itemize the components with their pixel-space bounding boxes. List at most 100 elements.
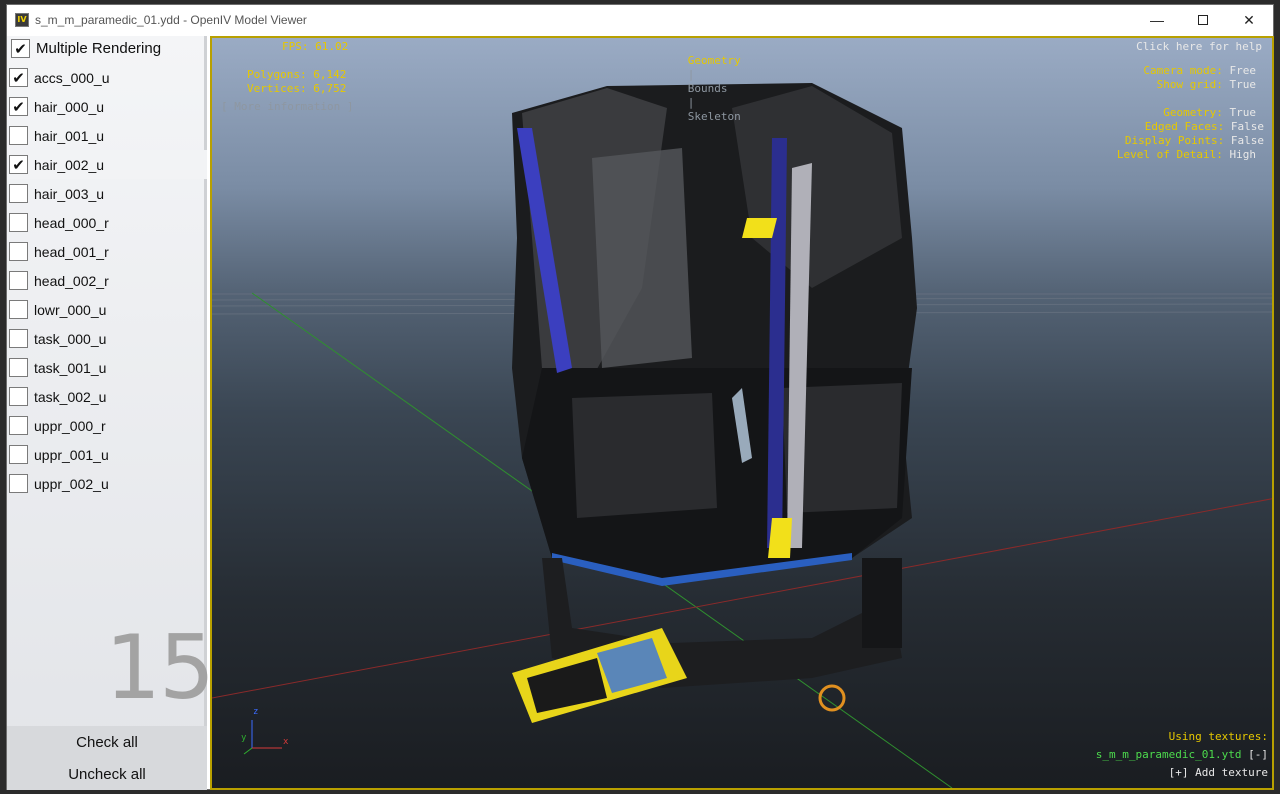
camera-mode-value[interactable]: Free — [1230, 64, 1257, 77]
list-item-label: task_000_u — [34, 330, 107, 347]
window-title: s_m_m_paramedic_01.ydd - OpenIV Model Vi… — [35, 13, 307, 27]
unchecked-checkbox[interactable] — [9, 474, 28, 493]
list-item[interactable]: head_002_r — [7, 266, 207, 295]
display-points-value[interactable]: False — [1231, 134, 1264, 147]
uncheck-all-button[interactable]: Uncheck all — [7, 758, 207, 790]
list-item-label: hair_001_u — [34, 127, 105, 144]
geometry-label: Geometry: — [1163, 106, 1223, 119]
list-item-label: uppr_002_u — [34, 475, 109, 492]
unchecked-checkbox[interactable] — [9, 126, 28, 145]
list-item[interactable]: task_000_u — [7, 324, 207, 353]
list-item[interactable]: ✔ hair_002_u — [7, 150, 207, 179]
texture-entry: s_m_m_paramedic_01.ytd [-] — [1096, 748, 1268, 762]
drawable-sidebar: ✔ Multiple Rendering ✔ accs_000_u ✔ hair_00… — [7, 36, 215, 790]
show-grid-setting[interactable]: Show grid: True — [1157, 78, 1256, 92]
minimize-icon: — — [1150, 12, 1164, 28]
list-item-label: accs_000_u — [34, 69, 110, 86]
tab-geometry[interactable]: Geometry — [688, 54, 741, 67]
help-link[interactable]: Click here for help — [1136, 40, 1262, 54]
level-of-detail-label: Level of Detail: — [1116, 148, 1223, 161]
tab-bounds[interactable]: Bounds — [688, 82, 728, 95]
unchecked-checkbox[interactable] — [9, 271, 28, 290]
unchecked-checkbox[interactable] — [9, 358, 28, 377]
polygons-readout: Polygons: 6,142 — [247, 68, 346, 82]
display-points-label: Display Points: — [1124, 134, 1225, 147]
axis-z-label: z — [253, 707, 259, 717]
list-item-label: task_002_u — [34, 388, 107, 405]
checked-checkbox[interactable]: ✔ — [9, 97, 28, 116]
fps-readout: FPS: 61.02 — [282, 40, 348, 54]
list-item-label: uppr_000_r — [34, 417, 106, 434]
checked-checkbox[interactable]: ✔ — [9, 68, 28, 87]
show-grid-label: Show grid: — [1156, 78, 1223, 91]
unchecked-checkbox[interactable] — [9, 300, 28, 319]
texture-file-name[interactable]: s_m_m_paramedic_01.ytd — [1096, 748, 1242, 761]
minimize-button[interactable]: — — [1134, 5, 1180, 35]
list-item[interactable]: ✔ accs_000_u — [7, 63, 207, 92]
show-grid-value[interactable]: True — [1230, 78, 1257, 91]
drawable-count: 15 — [105, 616, 215, 719]
list-item-label: hair_002_u — [34, 156, 105, 173]
using-textures-label: Using textures: — [1168, 730, 1268, 743]
edged-faces-value[interactable]: False — [1231, 120, 1264, 133]
level-of-detail-value[interactable]: High — [1230, 148, 1257, 161]
check-all-button[interactable]: Check all — [7, 726, 207, 758]
list-item[interactable]: task_002_u — [7, 382, 207, 411]
remove-texture-button[interactable]: [-] — [1248, 748, 1268, 761]
unchecked-checkbox[interactable] — [9, 242, 28, 261]
unchecked-checkbox[interactable] — [9, 416, 28, 435]
list-item-label: hair_000_u — [34, 98, 105, 115]
view-tabs: Geometry | Bounds | Skeleton — [648, 40, 741, 138]
drawable-list: ✔ accs_000_u ✔ hair_000_u hair_001_u ✔ hair_00… — [7, 63, 207, 498]
polygons-value: 6,142 — [313, 68, 347, 81]
model-viewport[interactable]: FPS: 61.02 Polygons: 6,142 Vertices: 6,7… — [210, 36, 1274, 790]
list-item-label: head_002_r — [34, 272, 109, 289]
close-icon: ✕ — [1243, 11, 1255, 28]
close-button[interactable]: ✕ — [1226, 5, 1272, 35]
checked-checkbox[interactable]: ✔ — [9, 155, 28, 174]
list-item[interactable]: lowr_000_u — [7, 295, 207, 324]
list-item-label: uppr_001_u — [34, 446, 109, 463]
geometry-value[interactable]: True — [1230, 106, 1257, 119]
list-item[interactable]: head_000_r — [7, 208, 207, 237]
list-item[interactable]: uppr_002_u — [7, 469, 207, 498]
list-item[interactable]: task_001_u — [7, 353, 207, 382]
list-item-label: head_000_r — [34, 214, 109, 231]
edged-faces-setting[interactable]: Edged Faces: False — [1145, 120, 1264, 134]
title-bar[interactable]: IV s_m_m_paramedic_01.ydd - OpenIV Model… — [7, 5, 1273, 36]
list-item-label: head_001_r — [34, 243, 109, 260]
maximize-button[interactable] — [1180, 5, 1226, 35]
polygons-label: Polygons: — [247, 68, 307, 81]
list-item[interactable]: uppr_000_r — [7, 411, 207, 440]
vest-model — [512, 83, 917, 586]
camera-mode-setting[interactable]: Camera mode: Free — [1143, 64, 1256, 78]
more-information-link[interactable]: [ More information ] — [221, 100, 353, 114]
unchecked-checkbox[interactable] — [9, 329, 28, 348]
tab-separator-2: | — [687, 96, 695, 109]
unchecked-checkbox[interactable] — [9, 213, 28, 232]
display-points-setting[interactable]: Display Points: False — [1125, 134, 1264, 148]
unchecked-checkbox[interactable] — [9, 184, 28, 203]
tab-skeleton[interactable]: Skeleton — [688, 110, 741, 123]
vertices-readout: Vertices: 6,752 — [247, 82, 346, 96]
scene-canvas[interactable] — [212, 38, 1274, 790]
openiv-icon: IV — [15, 13, 29, 27]
list-item[interactable]: hair_001_u — [7, 121, 207, 150]
list-item[interactable]: uppr_001_u — [7, 440, 207, 469]
multiple-rendering-toggle[interactable]: ✔ Multiple Rendering — [7, 36, 207, 61]
maximize-icon — [1198, 15, 1208, 25]
level-of-detail-setting[interactable]: Level of Detail: High — [1117, 148, 1256, 162]
multiple-rendering-label: Multiple Rendering — [36, 40, 162, 57]
list-item[interactable]: ✔ hair_000_u — [7, 92, 207, 121]
add-texture-button[interactable]: [+] Add texture — [1169, 766, 1268, 780]
multiple-rendering-checkbox[interactable]: ✔ — [11, 39, 30, 58]
fps-label: FPS: — [282, 40, 309, 53]
list-item[interactable]: head_001_r — [7, 237, 207, 266]
geometry-setting[interactable]: Geometry: True — [1163, 106, 1256, 120]
axis-x-label: x — [283, 737, 289, 747]
unchecked-checkbox[interactable] — [9, 445, 28, 464]
fps-value: 61.02 — [315, 40, 349, 53]
list-item[interactable]: hair_003_u — [7, 179, 207, 208]
axis-gizmo — [243, 720, 282, 755]
unchecked-checkbox[interactable] — [9, 387, 28, 406]
